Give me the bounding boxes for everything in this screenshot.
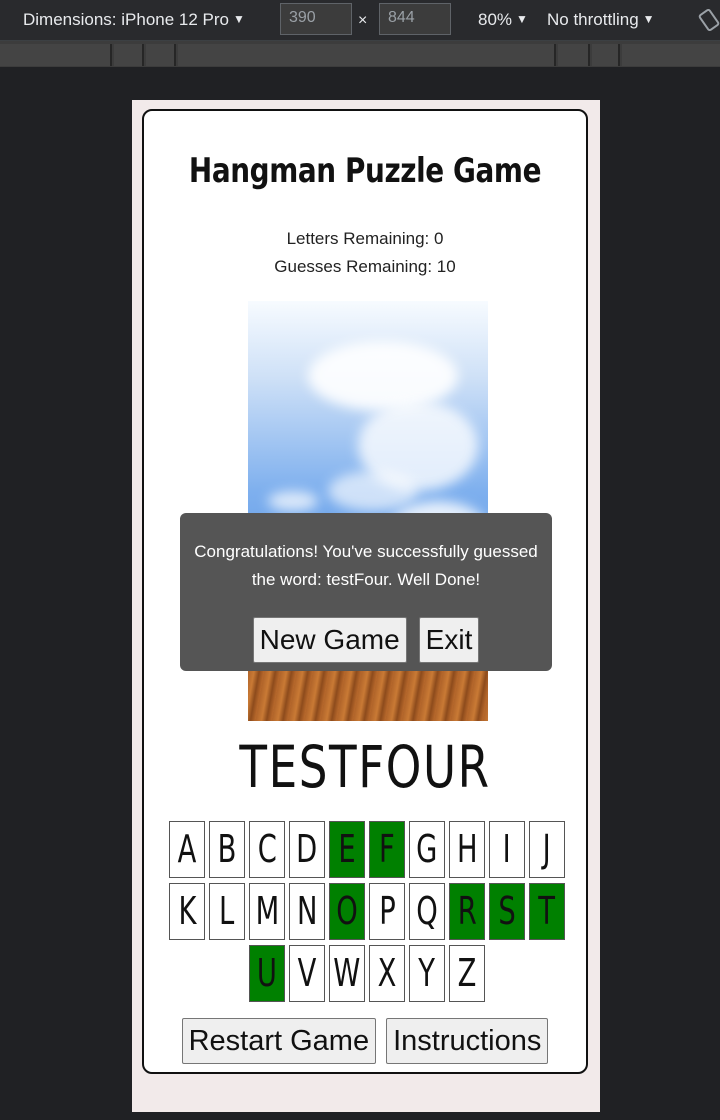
keyboard-row: UVWXYZ bbox=[158, 945, 576, 1002]
letter-key-p[interactable]: P bbox=[369, 883, 405, 940]
letter-key-v[interactable]: V bbox=[289, 945, 325, 1002]
media-segment[interactable] bbox=[592, 44, 620, 66]
letter-key-d[interactable]: D bbox=[289, 821, 325, 878]
zoom-label: 80% bbox=[478, 10, 513, 29]
letter-key-q[interactable]: Q bbox=[409, 883, 445, 940]
zoom-select[interactable]: 80% ▼ bbox=[478, 10, 528, 30]
wooden-floor bbox=[248, 671, 488, 721]
letter-key-l[interactable]: L bbox=[209, 883, 245, 940]
letter-key-o[interactable]: O bbox=[329, 883, 365, 940]
chevron-down-icon: ▼ bbox=[233, 12, 245, 26]
letter-key-h[interactable]: H bbox=[449, 821, 485, 878]
new-game-button[interactable]: New Game bbox=[252, 617, 407, 663]
media-segment[interactable] bbox=[178, 44, 556, 66]
keyboard-row: ABCDEFGHIJ bbox=[158, 821, 576, 878]
letter-key-label: E bbox=[338, 827, 356, 871]
letter-key-label: M bbox=[255, 889, 279, 933]
letter-key-f[interactable]: F bbox=[369, 821, 405, 878]
game-title: Hangman Puzzle Game bbox=[188, 151, 542, 191]
letter-key-g[interactable]: G bbox=[409, 821, 445, 878]
letter-key-label: W bbox=[333, 951, 361, 995]
letter-key-label: U bbox=[256, 951, 278, 995]
letter-key-label: H bbox=[456, 827, 478, 871]
letter-key-label: F bbox=[379, 827, 395, 871]
chevron-down-icon: ▼ bbox=[516, 12, 528, 26]
throttling-label: No throttling bbox=[547, 10, 639, 29]
instructions-button[interactable]: Instructions bbox=[386, 1018, 549, 1064]
letter-key-label: A bbox=[177, 827, 197, 871]
letter-keyboard: ABCDEFGHIJKLMNOPQRSTUVWXYZ bbox=[158, 821, 576, 1007]
letter-key-n[interactable]: N bbox=[289, 883, 325, 940]
letter-key-s[interactable]: S bbox=[489, 883, 525, 940]
media-segment[interactable] bbox=[114, 44, 144, 66]
letter-key-x[interactable]: X bbox=[369, 945, 405, 1002]
times-sign: × bbox=[358, 12, 368, 29]
letter-key-j[interactable]: J bbox=[529, 821, 565, 878]
devtools-toolbar: Dimensions: iPhone 12 Pro ▼ 390 × 844 80%… bbox=[0, 0, 720, 41]
guesses-remaining: Guesses Remaining: 10 bbox=[274, 257, 456, 276]
device-viewport: Hangman Puzzle Game Letters Remaining: 0… bbox=[132, 100, 600, 1112]
win-message: Congratulations! You've successfully gue… bbox=[180, 538, 552, 594]
media-segment[interactable] bbox=[558, 44, 590, 66]
keyboard-row: KLMNOPQRST bbox=[158, 883, 576, 940]
letter-key-label: B bbox=[217, 827, 237, 871]
letter-key-label: X bbox=[377, 951, 397, 995]
letter-key-label: S bbox=[498, 889, 516, 933]
letters-remaining: Letters Remaining: 0 bbox=[286, 229, 444, 248]
letter-key-r[interactable]: R bbox=[449, 883, 485, 940]
win-message-line-2: the word: testFour. Well Done! bbox=[251, 570, 481, 589]
dimensions-label: Dimensions: iPhone 12 Pro bbox=[23, 10, 230, 29]
letter-key-label: V bbox=[297, 951, 317, 995]
letter-key-b[interactable]: B bbox=[209, 821, 245, 878]
letter-key-w[interactable]: W bbox=[329, 945, 365, 1002]
throttling-select[interactable]: No throttling ▼ bbox=[547, 10, 655, 30]
letter-key-label: R bbox=[457, 889, 477, 933]
letter-key-label: Y bbox=[418, 951, 436, 995]
letter-key-label: I bbox=[502, 827, 512, 871]
revealed-word: TESTFOUR bbox=[239, 733, 491, 801]
letter-key-label: Z bbox=[457, 951, 477, 995]
letter-key-y[interactable]: Y bbox=[409, 945, 445, 1002]
win-message-line-1: Congratulations! You've successfully gue… bbox=[194, 542, 538, 561]
media-segment[interactable] bbox=[146, 44, 176, 66]
letter-key-label: J bbox=[542, 827, 552, 871]
letter-key-label: O bbox=[336, 889, 358, 933]
exit-button[interactable]: Exit bbox=[418, 617, 480, 663]
win-dialog: Congratulations! You've successfully gue… bbox=[180, 513, 552, 671]
media-segment[interactable] bbox=[622, 44, 720, 66]
letter-key-label: K bbox=[178, 889, 196, 933]
rotate-device-icon[interactable] bbox=[697, 8, 720, 32]
letter-key-a[interactable]: A bbox=[169, 821, 205, 878]
letter-key-label: G bbox=[416, 827, 438, 871]
letter-key-t[interactable]: T bbox=[529, 883, 565, 940]
device-dimensions-select[interactable]: Dimensions: iPhone 12 Pro ▼ bbox=[23, 10, 245, 30]
restart-game-button[interactable]: Restart Game bbox=[181, 1018, 377, 1064]
chevron-down-icon: ▼ bbox=[642, 12, 655, 26]
media-query-bar bbox=[0, 41, 720, 67]
letter-key-i[interactable]: I bbox=[489, 821, 525, 878]
media-segment[interactable] bbox=[0, 44, 112, 66]
letter-key-e[interactable]: E bbox=[329, 821, 365, 878]
letter-key-label: D bbox=[296, 827, 318, 871]
letter-key-label: N bbox=[296, 889, 318, 933]
letter-key-label: L bbox=[219, 889, 235, 933]
letter-key-k[interactable]: K bbox=[169, 883, 205, 940]
letter-key-label: Q bbox=[416, 889, 438, 933]
letter-key-z[interactable]: Z bbox=[449, 945, 485, 1002]
letter-key-label: T bbox=[538, 889, 556, 933]
letter-key-label: C bbox=[257, 827, 277, 871]
letter-key-m[interactable]: M bbox=[249, 883, 285, 940]
height-input[interactable]: 844 bbox=[379, 3, 451, 35]
letter-key-u[interactable]: U bbox=[249, 945, 285, 1002]
width-input[interactable]: 390 bbox=[280, 3, 352, 35]
letter-key-label: P bbox=[378, 889, 396, 933]
letter-key-c[interactable]: C bbox=[249, 821, 285, 878]
